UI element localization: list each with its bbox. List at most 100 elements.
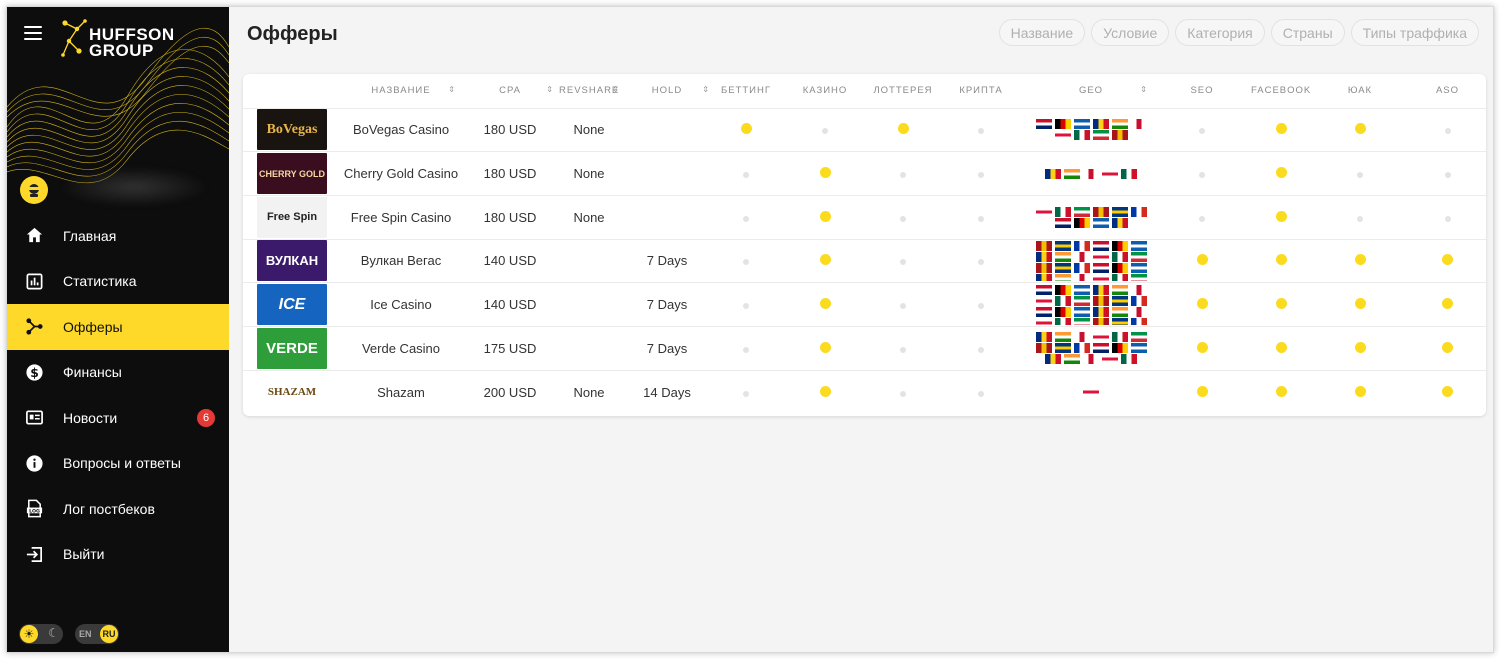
filter-name[interactable]: Название [998, 19, 1086, 46]
country-flag-icon [1092, 217, 1109, 228]
sidebar-item-offers[interactable]: Офферы [7, 304, 229, 350]
sidebar-item-postback-log[interactable]: LOG Лог постбеков [7, 486, 229, 532]
active-dot-icon [1442, 341, 1453, 353]
offer-name[interactable]: Cherry Gold Casino [341, 151, 461, 196]
table-row[interactable]: SHAZAM Shazam 200 USD None 14 Days [243, 370, 1486, 414]
svg-text:LOG: LOG [29, 509, 40, 515]
country-flag-icon [1054, 206, 1071, 217]
dollar-icon: $ [24, 362, 44, 382]
offer-revshare [559, 326, 619, 371]
sidebar-item-label: Вопросы и ответы [63, 455, 181, 472]
filter-category[interactable]: Категория [1175, 19, 1265, 46]
aso-cell [1409, 195, 1486, 240]
offer-logo: Free Spin [257, 196, 327, 238]
active-dot-icon [1442, 385, 1453, 397]
facebook-cell [1251, 239, 1311, 284]
active-dot-icon [740, 123, 752, 135]
offer-logo-cell: ICE [243, 282, 341, 327]
active-dot-icon [1196, 341, 1208, 353]
offer-name[interactable]: BoVegas Casino [341, 108, 461, 153]
sort-icon[interactable]: ⇕ [612, 85, 619, 94]
aso-cell [1409, 326, 1486, 371]
filter-condition[interactable]: Условие [1091, 19, 1170, 46]
sort-icon[interactable]: ⇕ [702, 85, 709, 94]
sidebar-item-label: Выйти [63, 546, 105, 563]
offer-logo: SHAZAM [257, 371, 327, 413]
geo-flags [1029, 284, 1153, 325]
country-flag-icon [1092, 306, 1109, 317]
inactive-dot-icon [743, 259, 749, 266]
geo-cell [1029, 151, 1153, 196]
language-toggle[interactable]: EN RU [75, 624, 119, 644]
table-row[interactable]: CHERRY GOLD Cherry Gold Casino 180 USD None [243, 151, 1486, 196]
table-row[interactable]: VERDE Verde Casino 175 USD 7 Days [243, 326, 1486, 371]
offers-table-card: НАЗВАНИЕ ⇕ CPA ⇕ REVSHARE ⇕ HOLD ⇕ БЕТТИНГ К… [243, 74, 1486, 416]
offer-name[interactable]: Shazam [341, 370, 461, 414]
table-row[interactable]: ICE Ice Casino 140 USD 7 Days [243, 282, 1486, 327]
offer-name[interactable]: Ice Casino [341, 282, 461, 327]
filter-countries[interactable]: Страны [1270, 19, 1345, 46]
active-dot-icon [1442, 298, 1453, 310]
lottery-cell [873, 151, 933, 196]
offer-name[interactable]: Вулкан Вегас [341, 239, 461, 284]
aso-cell [1409, 370, 1486, 414]
country-flag-icon [1054, 317, 1071, 325]
sort-icon[interactable]: ⇕ [546, 85, 553, 94]
news-count-badge: 6 [197, 409, 215, 427]
sidebar-item-news[interactable]: Новости 6 [7, 395, 229, 441]
casino-cell [777, 151, 873, 196]
offer-logo-cell: Free Spin [243, 195, 341, 240]
country-flag-icon [1073, 206, 1090, 217]
inactive-dot-icon [1357, 172, 1363, 179]
menu-toggle-button[interactable] [24, 26, 42, 40]
offer-cpa: 175 USD [461, 326, 559, 371]
page-title: Офферы [247, 23, 338, 45]
table-row[interactable]: BoVegas BoVegas Casino 180 USD None [243, 108, 1486, 153]
aso-cell [1409, 108, 1486, 153]
country-flag-icon [1111, 317, 1128, 325]
table-row[interactable]: ВУЛКАН Вулкан Вегас 140 USD 7 Days [243, 239, 1486, 284]
filter-traffic-types[interactable]: Типы траффика [1350, 19, 1479, 46]
table-row[interactable]: Free Spin Free Spin Casino 180 USD None [243, 195, 1486, 240]
log-icon: LOG [24, 499, 44, 519]
active-dot-icon [1354, 341, 1366, 353]
facebook-cell [1251, 282, 1311, 327]
facebook-cell [1251, 108, 1311, 153]
col-geo[interactable]: GEO ⇕ [1029, 74, 1153, 109]
sidebar-item-logout[interactable]: Выйти [7, 532, 229, 578]
offer-name[interactable]: Verde Casino [341, 326, 461, 371]
active-dot-icon [1354, 123, 1366, 135]
seo-cell [1153, 108, 1251, 153]
country-flag-icon [1054, 130, 1071, 141]
col-cpa[interactable]: CPA ⇕ [461, 74, 559, 109]
country-flag-icon [1111, 130, 1128, 141]
country-flag-icon [1073, 240, 1090, 251]
sidebar-item-faq[interactable]: Вопросы и ответы [7, 441, 229, 487]
offer-revshare: None [573, 384, 605, 400]
sidebar-item-home[interactable]: Главная [7, 213, 229, 259]
sort-icon[interactable]: ⇕ [448, 85, 455, 94]
sidebar-item-finances[interactable]: $ Финансы [7, 350, 229, 396]
col-name[interactable]: НАЗВАНИЕ ⇕ [341, 74, 461, 109]
inactive-dot-icon [1444, 128, 1451, 135]
lottery-cell [873, 370, 933, 414]
avatar[interactable] [20, 176, 48, 204]
col-hold[interactable]: HOLD ⇕ [619, 74, 715, 109]
col-revshare[interactable]: REVSHARE ⇕ [559, 74, 619, 109]
theme-toggle[interactable]: ☀ ☾ [19, 624, 63, 644]
sort-icon[interactable]: ⇕ [1140, 85, 1147, 94]
country-flag-icon [1073, 284, 1090, 295]
active-dot-icon [1196, 254, 1208, 266]
country-flag-icon [1073, 262, 1090, 273]
country-flag-icon [1035, 240, 1052, 251]
sidebar-item-statistics[interactable]: Статистика [7, 259, 229, 305]
offer-name[interactable]: Free Spin Casino [341, 195, 461, 240]
active-dot-icon [1275, 298, 1287, 310]
offer-logo-cell: CHERRY GOLD [243, 151, 341, 196]
country-flag-icon [1111, 217, 1128, 228]
inactive-dot-icon [743, 215, 749, 222]
offer-hold: 7 Days [619, 282, 715, 327]
country-flag-icon [1054, 273, 1071, 281]
inactive-dot-icon [978, 172, 984, 179]
country-flag-icon [1130, 262, 1147, 273]
